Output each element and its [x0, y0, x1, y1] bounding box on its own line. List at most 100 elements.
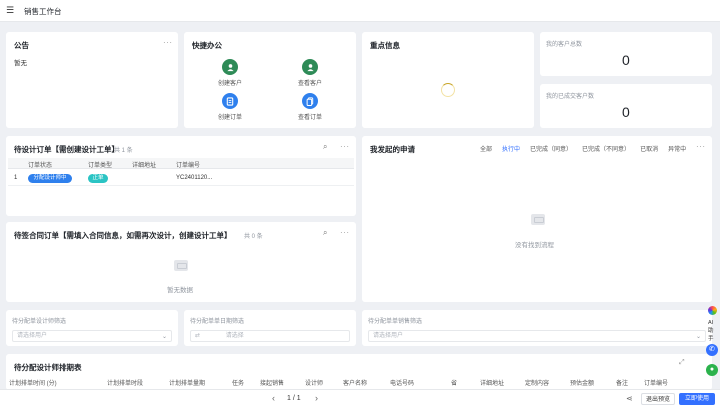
- column-header: 客户名称: [343, 381, 368, 387]
- wechat-icon[interactable]: ●: [706, 364, 718, 376]
- request-tabs: 全部 执行中 已完成（同意） 已完成（不同意） 已取消 异常中: [480, 144, 696, 153]
- column-header: 订单状态: [28, 163, 53, 169]
- empty-box-icon: [174, 260, 188, 271]
- document-icon: [222, 93, 238, 109]
- more-icon[interactable]: ···: [696, 143, 706, 151]
- chevron-down-icon: ⌄: [161, 334, 167, 340]
- designer-filter-card: 待分配单设计师筛选 请选择用户 ⌄: [6, 310, 178, 346]
- view-customer-button[interactable]: 查看客户: [285, 59, 335, 87]
- column-header: 订单类型: [88, 163, 113, 169]
- sales-filter-select[interactable]: 请选择用户 ⌄: [368, 330, 706, 342]
- date-filter-prefix-icon: ⇄: [195, 333, 202, 339]
- design-orders-table-header: 订单状态 订单类型 详细地址 订单编号: [8, 158, 354, 169]
- empty-message: 暂无数据: [167, 287, 193, 294]
- design-orders-card: 待设计订单【需创建设计工单】 共 1 条 ⌕ ··· 订单状态 订单类型 详细地…: [6, 136, 356, 216]
- column-header: 详细地址: [132, 163, 157, 169]
- schedule-table-header: 计划排单时间 (分) 计划排单时段 计划排单量期 任务 接起销售 设计师 客户名…: [6, 376, 712, 388]
- schedule-title: 待分配设计师排期表: [14, 363, 82, 372]
- tab-in-progress[interactable]: 执行中: [502, 144, 520, 153]
- chevron-down-icon: ⌄: [695, 334, 701, 340]
- sales-filter-label: 待分配单单销售筛选: [368, 319, 423, 325]
- column-header: 预估金额: [570, 381, 595, 387]
- order-number[interactable]: YC2401120...: [176, 175, 212, 181]
- view-customer-label: 查看客户: [297, 81, 322, 87]
- search-icon[interactable]: ⌕: [323, 228, 327, 238]
- column-header: 订单编号: [176, 163, 201, 169]
- date-filter-label: 待分配单单日期筛选: [190, 319, 245, 325]
- date-filter-card: 待分配单单日期筛选 ⇄ 请选择: [184, 310, 356, 346]
- date-filter-select[interactable]: ⇄ 请选择: [190, 330, 350, 342]
- designer-filter-label: 待分配单设计师筛选: [12, 319, 67, 325]
- expand-icon[interactable]: ⤢: [679, 359, 685, 367]
- column-header: 电话号码: [390, 381, 415, 387]
- column-header: 设计师: [305, 381, 324, 387]
- share-icon[interactable]: ⋖: [626, 394, 633, 403]
- contract-orders-title: 待签合同订单【需填入合同信息，如需再次设计，创建设计工单】: [14, 231, 232, 240]
- create-customer-label: 创建客户: [217, 81, 242, 87]
- exit-preview-button[interactable]: 退出预览: [641, 393, 675, 405]
- users-icon: [302, 59, 318, 75]
- create-order-button[interactable]: 创建订单: [205, 93, 255, 121]
- order-type-badge: 正单: [88, 174, 108, 183]
- contract-orders-card: 待签合同订单【需填入合同信息，如需再次设计，创建设计工单】 共 0 条 ⌕ ··…: [6, 222, 356, 302]
- documents-icon: [302, 93, 318, 109]
- status-badge: 分配设计师中: [28, 174, 72, 183]
- deal-count-value: 0: [622, 104, 630, 120]
- designer-filter-select[interactable]: 请选择用户 ⌄: [12, 330, 172, 342]
- more-icon[interactable]: ···: [340, 143, 350, 151]
- column-header: 详细地址: [480, 381, 505, 387]
- column-header: 订单编号: [644, 381, 669, 387]
- column-header: 任务: [232, 381, 245, 387]
- ai-assistant-icon[interactable]: [708, 306, 717, 315]
- notice-card: 公告 ··· 暂无: [6, 32, 178, 128]
- notice-content: 暂无: [14, 60, 27, 67]
- contract-orders-count: 共 0 条: [244, 234, 263, 240]
- tab-completed-agreed[interactable]: 已完成（同意）: [530, 144, 572, 153]
- create-customer-button[interactable]: 创建客户: [205, 59, 255, 87]
- column-header: 计划排单时段: [107, 381, 144, 387]
- table-row[interactable]: 1 分配设计师中 正单 YC2401120...: [8, 170, 354, 186]
- pagination-text: 1 / 1: [287, 395, 301, 402]
- app-title: 销售工作台: [24, 7, 62, 16]
- phone-icon[interactable]: ✆: [706, 344, 718, 356]
- deal-count-label: 我的已成交客户数: [546, 94, 595, 100]
- tab-completed-disagreed[interactable]: 已完成（不同意）: [582, 144, 630, 153]
- deal-count-card: 我的已成交客户数 0: [540, 84, 712, 128]
- use-now-button[interactable]: 立即使用: [679, 393, 715, 405]
- view-order-button[interactable]: 查看订单: [285, 93, 335, 121]
- notice-title: 公告: [14, 41, 29, 50]
- more-icon[interactable]: ···: [163, 39, 173, 47]
- my-requests-title: 我发起的申请: [370, 145, 415, 154]
- column-header: 省: [451, 381, 458, 387]
- sales-filter-placeholder: 请选择用户: [373, 333, 404, 339]
- column-header: 定制内容: [525, 381, 550, 387]
- search-icon[interactable]: ⌕: [323, 142, 327, 152]
- designer-filter-placeholder: 请选择用户: [17, 333, 48, 339]
- more-icon[interactable]: ···: [340, 229, 350, 237]
- empty-message: 没有找到流程: [515, 242, 554, 249]
- column-header: 计划排单时间 (分): [9, 381, 57, 387]
- schedule-card: 待分配设计师排期表 ⤢ 计划排单时间 (分) 计划排单时段 计划排单量期 任务 …: [6, 354, 712, 390]
- create-order-label: 创建订单: [217, 115, 242, 121]
- sales-filter-card: 待分配单单销售筛选 请选择用户 ⌄: [362, 310, 712, 346]
- tab-exception[interactable]: 异常中: [668, 144, 686, 153]
- tab-all[interactable]: 全部: [480, 144, 492, 153]
- tab-cancelled[interactable]: 已取消: [640, 144, 658, 153]
- customer-count-label: 我的客户总数: [546, 42, 583, 48]
- bottom-bar: ‹ 1 / 1 › ⋖ 退出预览 立即使用: [0, 389, 720, 408]
- ai-assistant-label: AI助手: [708, 320, 714, 342]
- customer-count-value: 0: [622, 52, 630, 68]
- design-orders-count: 共 1 条: [114, 148, 133, 154]
- focus-info-title: 重点信息: [370, 41, 400, 50]
- prev-page-button[interactable]: ‹: [272, 393, 275, 403]
- column-header: 计划排单量期: [169, 381, 206, 387]
- customer-count-card: 我的客户总数 0: [540, 32, 712, 76]
- menu-icon[interactable]: ☰: [6, 5, 16, 15]
- column-header: 备注: [616, 381, 629, 387]
- row-index: 1: [14, 175, 18, 181]
- quick-office-card: 快捷办公 创建客户 查看客户 创建订单 查看订单: [184, 32, 356, 128]
- column-header: 接起销售: [260, 381, 285, 387]
- next-page-button[interactable]: ›: [315, 393, 318, 403]
- empty-box-icon: [531, 214, 545, 225]
- top-bar: ☰ 销售工作台: [0, 0, 720, 22]
